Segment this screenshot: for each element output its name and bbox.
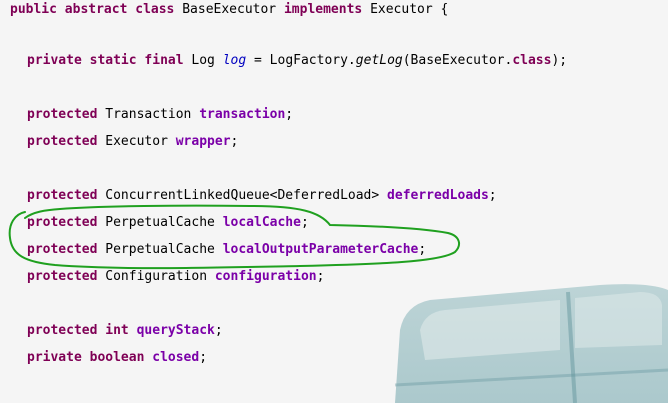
code-line-class-declaration: public abstract class BaseExecutor imple… xyxy=(10,2,449,17)
code-editor[interactable]: public abstract class BaseExecutor imple… xyxy=(0,0,668,403)
code-line-configuration-field: protected Configuration configuration; xyxy=(27,269,325,284)
code-line-localcache-field: protected PerpetualCache localCache; xyxy=(27,215,309,230)
code-line-querystack-field: protected int queryStack; xyxy=(27,323,223,338)
code-line-localoutputparametercache-field: protected PerpetualCache localOutputPara… xyxy=(27,242,427,257)
code-line-closed-field: private boolean closed; xyxy=(27,350,208,365)
code-line-deferredloads-field: protected ConcurrentLinkedQueue<Deferred… xyxy=(27,188,497,203)
code-line-transaction-field: protected Transaction transaction; xyxy=(27,107,294,122)
code-line-wrapper-field: protected Executor wrapper; xyxy=(27,134,239,149)
code-line-log-field: private static final Log log = LogFactor… xyxy=(27,53,568,68)
